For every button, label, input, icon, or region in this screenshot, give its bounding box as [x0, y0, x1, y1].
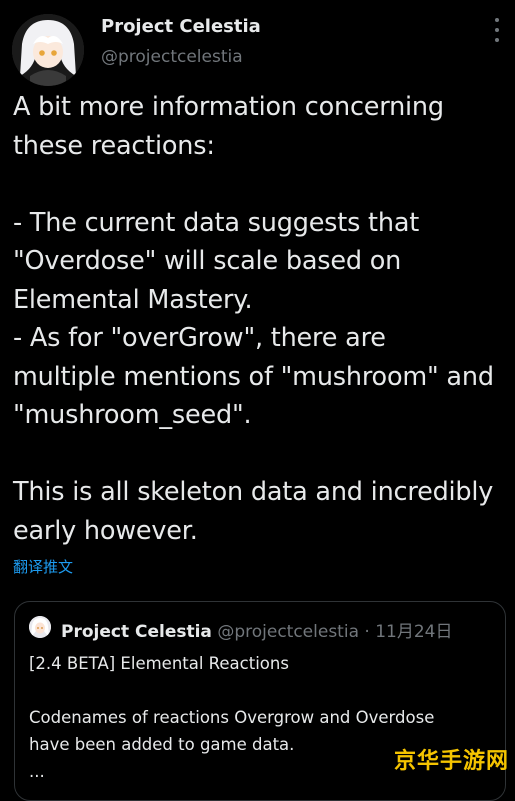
- author-avatar[interactable]: [12, 14, 84, 86]
- translate-tweet-link[interactable]: 翻译推文: [13, 556, 73, 577]
- quoted-tweet-header: Project Celestia @projectcelestia · 11月2…: [61, 617, 452, 642]
- quoted-date[interactable]: 11月24日: [375, 622, 452, 642]
- quoted-author-name[interactable]: Project Celestia: [61, 622, 212, 642]
- tweet-text: A bit more information concerning these …: [13, 92, 494, 546]
- watermark: 京华手游网: [393, 749, 509, 774]
- quoted-author-avatar: [29, 616, 51, 638]
- author-handle[interactable]: @projectcelestia: [101, 47, 243, 67]
- author-name[interactable]: Project Celestia: [101, 16, 261, 37]
- quoted-separator: ·: [364, 622, 370, 642]
- quoted-author-handle[interactable]: @projectcelestia: [217, 622, 359, 642]
- more-vertical-icon[interactable]: [493, 18, 501, 42]
